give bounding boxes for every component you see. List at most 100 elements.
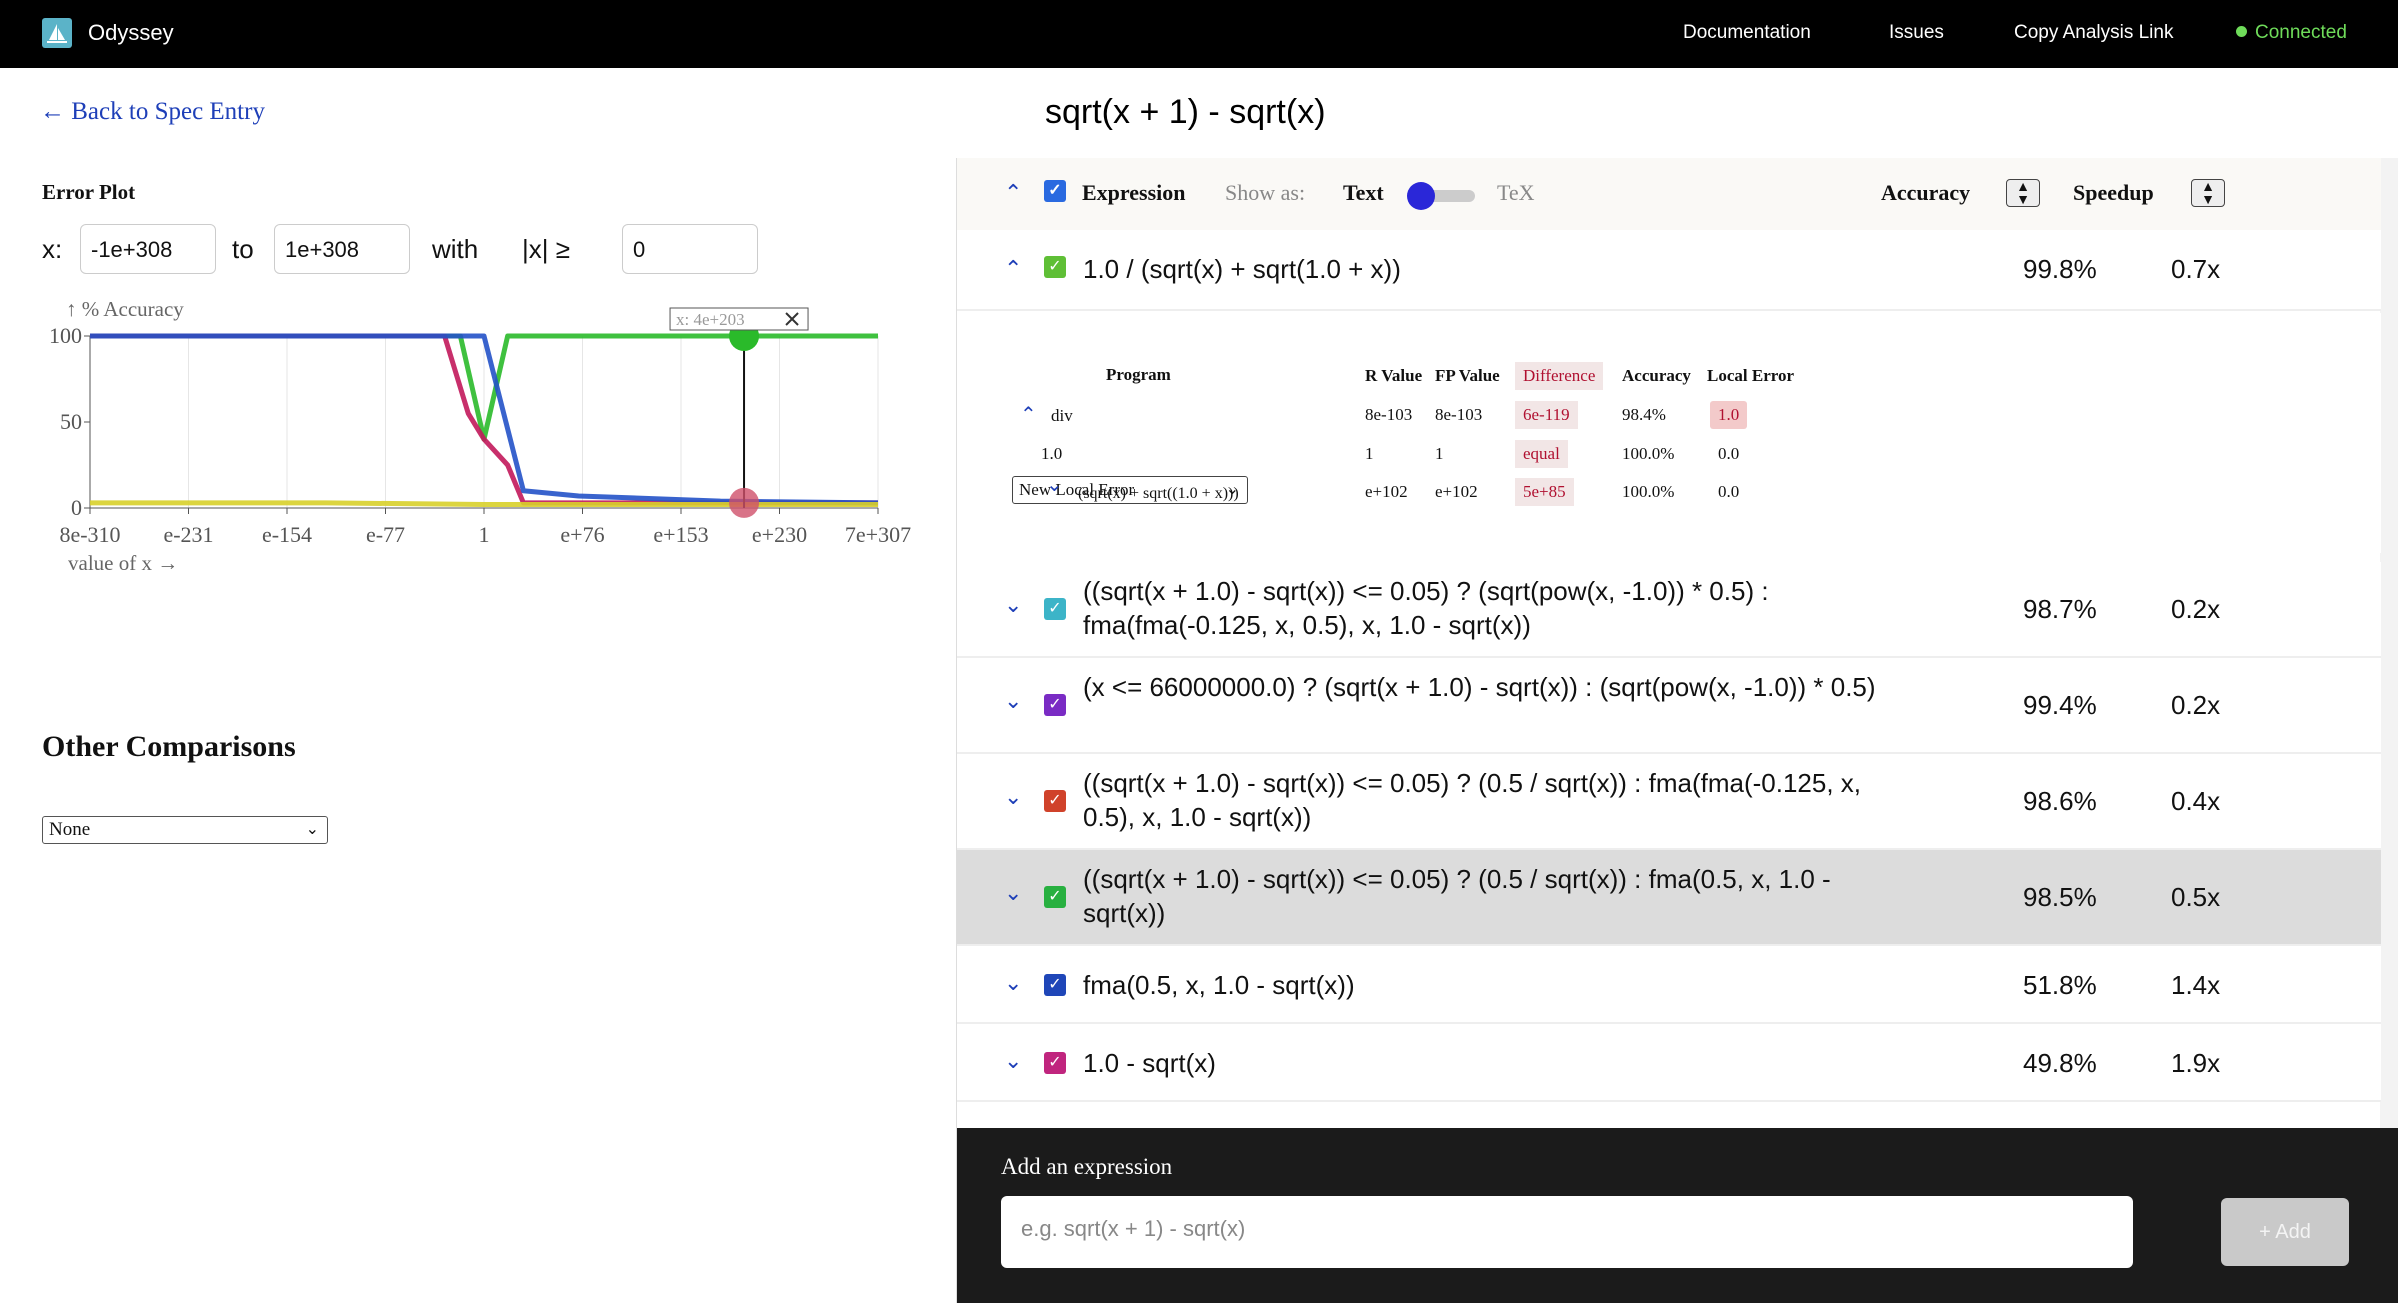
- expression-row[interactable]: ⌄ ✓ fma(0.5, x, 1.0 - sqrt(x)) 51.8% 1.4…: [957, 946, 2381, 1024]
- hover-point: [729, 487, 760, 518]
- expression-speedup: 1.9x: [2171, 1048, 2221, 1078]
- expression-row[interactable]: ⌄ ✓ (x <= 66000000.0) ? (sqrt(x + 1.0) -…: [957, 658, 2381, 754]
- expression-accuracy: 98.7%: [2023, 594, 2097, 624]
- add-expression-panel: Add an expression e.g. sqrt(x + 1) - sqr…: [957, 1128, 2398, 1303]
- accuracy-sort-icon[interactable]: ▲ ▼: [2006, 179, 2040, 208]
- status-text: Connected: [2255, 22, 2347, 43]
- expression-accuracy: 99.8%: [2023, 254, 2097, 284]
- x-axis-label: value of x →: [68, 551, 178, 575]
- expression-speedup: 0.7x: [2171, 254, 2221, 284]
- add-expression-button[interactable]: + Add: [2221, 1198, 2349, 1266]
- expand-chevron-icon[interactable]: ⌄: [1004, 592, 1022, 618]
- x-tick-label: 7e+307: [845, 522, 911, 547]
- expression-text: (x <= 66000000.0) ? (sqrt(x + 1.0) - sqr…: [1083, 672, 1876, 702]
- x-min-input[interactable]: -1e+308: [80, 224, 216, 274]
- add-expression-input[interactable]: e.g. sqrt(x + 1) - sqrt(x): [1001, 1196, 2133, 1268]
- chevron-down-icon: ⌄: [1225, 481, 1239, 498]
- collapse-all-chevron-icon[interactable]: ⌃: [1004, 180, 1022, 206]
- expression-speedup: 0.5x: [2171, 882, 2221, 912]
- abs-min-input[interactable]: 0: [622, 224, 758, 274]
- expression-row[interactable]: ⌄ ✓ ((sqrt(x + 1.0) - sqrt(x)) <= 0.05) …: [957, 850, 2381, 946]
- page-header: ← Back to Spec Entry sqrt(x + 1) - sqrt(…: [0, 68, 2398, 158]
- expression-checkbox[interactable]: ✓: [1044, 790, 1066, 812]
- expand-chevron-icon[interactable]: ⌄: [1004, 1048, 1022, 1074]
- expression-checkbox[interactable]: ✓: [1044, 694, 1066, 716]
- expression-speedup: 0.4x: [2171, 786, 2221, 816]
- status-dot-icon: [2236, 26, 2247, 37]
- collapse-chevron-icon[interactable]: ⌃: [1004, 256, 1022, 282]
- y-tick-label: 100: [49, 323, 82, 348]
- chevron-down-icon: ⌄: [305, 821, 319, 838]
- expression-text: ((sqrt(x + 1.0) - sqrt(x)) <= 0.05) ? (0…: [1083, 768, 1862, 832]
- x-label: x:: [42, 234, 63, 264]
- show-as-text-label: Text: [1343, 180, 1384, 205]
- accuracy-column-label: Accuracy: [1881, 180, 1971, 205]
- show-as-tex-label: TeX: [1497, 180, 1535, 205]
- expand-chevron-icon[interactable]: ⌄: [1004, 688, 1022, 714]
- expression-row[interactable]: ⌄ ✓ 1.0 - sqrt(x) 49.8% 1.9x: [957, 1024, 2381, 1102]
- nav-copy-analysis-link[interactable]: Copy Analysis Link: [2014, 18, 2173, 48]
- error-plot-svg[interactable]: ↑ % Accuracy 8e-310 e-231 e-154 e-77 1 e+76 e+1…: [30, 286, 930, 706]
- top-bar: Odyssey Documentation Issues Copy Analys…: [0, 0, 2398, 68]
- left-panel: Error Plot x: -1e+308 to 1e+308 with |x|…: [0, 158, 956, 1303]
- expression-speedup: 0.2x: [2171, 690, 2221, 720]
- x-tick-label: e-77: [366, 522, 405, 547]
- connection-status: Connected: [2236, 18, 2347, 48]
- collapse-chevron-icon[interactable]: ⌃: [1020, 402, 1037, 427]
- scroll-gutter[interactable]: [2380, 158, 2398, 1128]
- x-max-input[interactable]: 1e+308: [274, 224, 410, 274]
- back-to-spec-link[interactable]: ← Back to Spec Entry: [40, 98, 265, 126]
- series-line: [90, 500, 878, 508]
- expression-text: fma(0.5, x, 1.0 - sqrt(x)): [1083, 970, 1355, 1000]
- expand-chevron-icon[interactable]: ⌄: [1046, 472, 1063, 497]
- x-tick-label: e+230: [752, 522, 807, 547]
- expression-text: ((sqrt(x + 1.0) - sqrt(x)) <= 0.05) ? (s…: [1083, 576, 1769, 640]
- speedup-sort-icon[interactable]: ▲ ▼: [2191, 179, 2225, 208]
- x-tick-label: 1: [479, 522, 490, 547]
- nav-documentation[interactable]: Documentation: [1683, 18, 1811, 48]
- expression-accuracy: 99.4%: [2023, 690, 2097, 720]
- nav-issues[interactable]: Issues: [1889, 18, 1944, 48]
- expression-row[interactable]: ⌄ ✓ ((sqrt(x + 1.0) - sqrt(x)) <= 0.05) …: [957, 562, 2381, 658]
- text-tex-toggle[interactable]: [1407, 180, 1479, 210]
- local-error-panel: New Local Error ⌄: [957, 313, 2381, 553]
- x-tick-label: e+153: [653, 522, 708, 547]
- other-comparisons-select[interactable]: None ⌄: [42, 816, 328, 844]
- toggle-knob: [1407, 182, 1435, 210]
- expression-text: 1.0 / (sqrt(x) + sqrt(1.0 + x)): [1083, 254, 1401, 284]
- expand-chevron-icon[interactable]: ⌄: [1004, 784, 1022, 810]
- with-label: with: [432, 234, 479, 264]
- expression-column-label: Expression: [1082, 180, 1186, 205]
- right-panel: ⌃ ✓ Expression Show as: Text TeX Accurac…: [956, 158, 2398, 1303]
- app-name: Odyssey: [88, 20, 174, 45]
- expression-text: ((sqrt(x + 1.0) - sqrt(x)) <= 0.05) ? (0…: [1083, 864, 1831, 928]
- to-label: to: [232, 234, 254, 264]
- expression-checkbox[interactable]: ✓: [1044, 256, 1066, 278]
- expand-chevron-icon[interactable]: ⌄: [1004, 880, 1022, 906]
- local-error-select-value: New Local Error: [1019, 480, 1135, 499]
- y-tick-label: 50: [60, 409, 82, 434]
- x-tick-label: e-154: [262, 522, 312, 547]
- expression-row[interactable]: ⌄ ✓ ((sqrt(x + 1.0) - sqrt(x)) <= 0.05) …: [957, 754, 2381, 850]
- expression-accuracy: 49.8%: [2023, 1048, 2097, 1078]
- error-plot-title: Error Plot: [42, 180, 136, 204]
- range-controls: x: -1e+308 to 1e+308 with |x| ≥ 0: [42, 224, 762, 276]
- x-tick-label: 8e-310: [59, 522, 120, 547]
- expression-accuracy: 51.8%: [2023, 970, 2097, 1000]
- expression-speedup: 0.2x: [2171, 594, 2221, 624]
- expression-accuracy: 98.6%: [2023, 786, 2097, 816]
- expression-checkbox[interactable]: ✓: [1044, 974, 1066, 996]
- x-tick-label: e-231: [163, 522, 213, 547]
- expression-row[interactable]: ⌃ ✓ 1.0 / (sqrt(x) + sqrt(1.0 + x)) 99.8…: [957, 230, 2381, 311]
- x-tick-label: e+76: [560, 522, 604, 547]
- y-tick-label: 0: [71, 495, 82, 520]
- other-comparisons-title: Other Comparisons: [42, 730, 296, 763]
- tooltip-text: x: 4e+203: [676, 310, 745, 329]
- y-axis-label: ↑ % Accuracy: [66, 297, 184, 321]
- expand-chevron-icon[interactable]: ⌄: [1004, 970, 1022, 996]
- expression-checkbox[interactable]: ✓: [1044, 886, 1066, 908]
- add-expression-label: Add an expression: [1001, 1154, 1173, 1179]
- expression-checkbox[interactable]: ✓: [1044, 1052, 1066, 1074]
- expression-checkbox[interactable]: ✓: [1044, 598, 1066, 620]
- select-all-checkbox[interactable]: ✓: [1044, 180, 1066, 202]
